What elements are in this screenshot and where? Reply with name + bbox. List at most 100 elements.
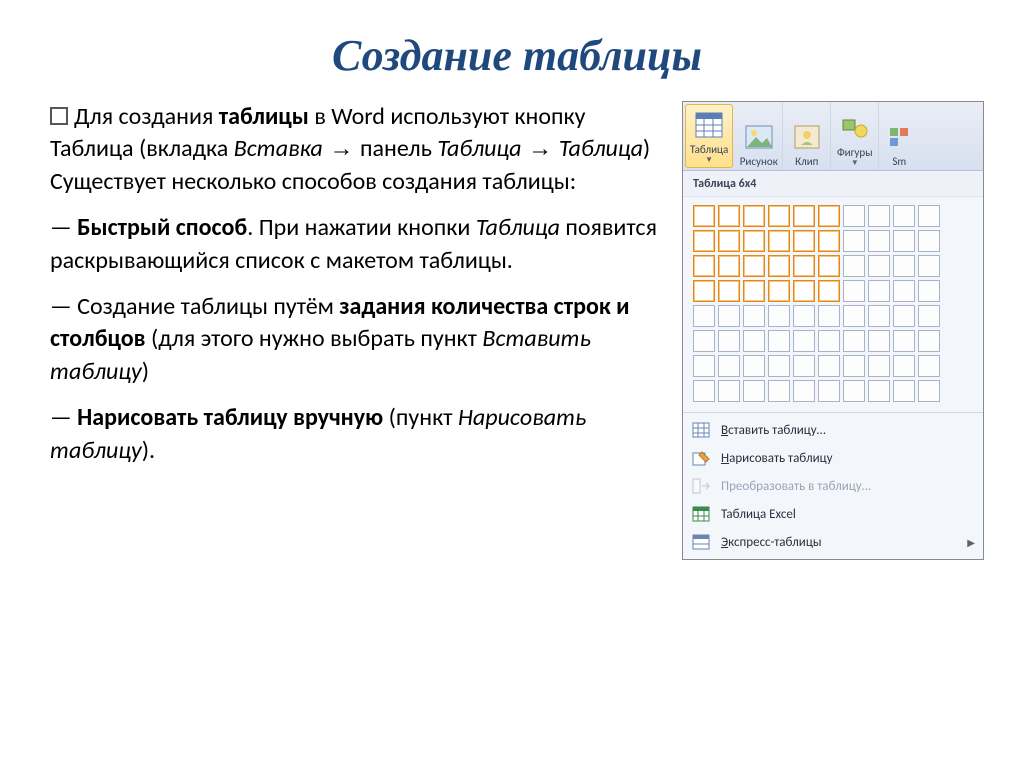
menu-excel-table[interactable]: Таблица Excel — [683, 500, 983, 528]
excel-icon — [691, 505, 711, 523]
grid-cell[interactable] — [743, 380, 765, 402]
grid-cell[interactable] — [768, 380, 790, 402]
grid-cell[interactable] — [868, 330, 890, 352]
grid-cell[interactable] — [768, 355, 790, 377]
grid-cell[interactable] — [893, 305, 915, 327]
grid-cell[interactable] — [693, 380, 715, 402]
chevron-right-icon: ▶ — [967, 536, 975, 549]
grid-cell[interactable] — [868, 230, 890, 252]
grid-cell[interactable] — [768, 205, 790, 227]
grid-cell[interactable] — [768, 255, 790, 277]
grid-cell[interactable] — [843, 355, 865, 377]
grid-cell[interactable] — [818, 330, 840, 352]
grid-cell[interactable] — [743, 355, 765, 377]
grid-cell[interactable] — [843, 330, 865, 352]
grid-cell[interactable] — [818, 255, 840, 277]
ribbon-smartart-button[interactable]: Sm — [879, 102, 919, 170]
grid-cell[interactable] — [693, 330, 715, 352]
dropdown-header: Таблица 6x4 — [683, 171, 983, 197]
grid-cell[interactable] — [918, 380, 940, 402]
grid-cell[interactable] — [843, 205, 865, 227]
grid-cell[interactable] — [768, 305, 790, 327]
grid-cell[interactable] — [718, 380, 740, 402]
grid-cell[interactable] — [793, 205, 815, 227]
menu-express-tables[interactable]: Экспресс-таблицы ▶ — [683, 528, 983, 556]
grid-cell[interactable] — [718, 205, 740, 227]
grid-cell[interactable] — [718, 330, 740, 352]
cell-grid[interactable] — [693, 205, 973, 402]
grid-cell[interactable] — [793, 230, 815, 252]
ribbon-shapes-button[interactable]: Фигуры ▼ — [831, 102, 879, 170]
grid-cell[interactable] — [893, 280, 915, 302]
menu-insert-table[interactable]: Вставить таблицу... — [683, 416, 983, 444]
grid-cell[interactable] — [693, 280, 715, 302]
grid-cell[interactable] — [893, 355, 915, 377]
grid-cell[interactable] — [918, 330, 940, 352]
grid-cell[interactable] — [768, 330, 790, 352]
grid-cell[interactable] — [743, 230, 765, 252]
grid-cell[interactable] — [693, 205, 715, 227]
grid-cell[interactable] — [818, 205, 840, 227]
grid-cell[interactable] — [843, 280, 865, 302]
grid-cell[interactable] — [718, 305, 740, 327]
grid-cell[interactable] — [893, 380, 915, 402]
grid-cell[interactable] — [843, 255, 865, 277]
grid-cell[interactable] — [818, 380, 840, 402]
grid-cell[interactable] — [868, 255, 890, 277]
grid-cell[interactable] — [893, 255, 915, 277]
word-panel: Таблица ▼ Рисунок Клип — [682, 101, 984, 560]
grid-cell[interactable] — [793, 305, 815, 327]
grid-cell[interactable] — [743, 280, 765, 302]
grid-cell[interactable] — [868, 380, 890, 402]
grid-cell[interactable] — [918, 205, 940, 227]
grid-cell[interactable] — [768, 230, 790, 252]
chevron-down-icon: ▼ — [705, 155, 713, 165]
grid-cell[interactable] — [818, 305, 840, 327]
grid-cell[interactable] — [743, 305, 765, 327]
grid-cell[interactable] — [918, 355, 940, 377]
grid-cell[interactable] — [693, 255, 715, 277]
ribbon-table-button[interactable]: Таблица ▼ — [685, 104, 733, 168]
grid-cell[interactable] — [893, 330, 915, 352]
grid-cell[interactable] — [718, 355, 740, 377]
grid-cell[interactable] — [868, 205, 890, 227]
grid-cell[interactable] — [868, 280, 890, 302]
grid-cell[interactable] — [693, 355, 715, 377]
grid-cell[interactable] — [868, 355, 890, 377]
grid-cell[interactable] — [793, 355, 815, 377]
grid-cell[interactable] — [818, 355, 840, 377]
grid-cell[interactable] — [818, 280, 840, 302]
grid-cell[interactable] — [718, 230, 740, 252]
grid-cell[interactable] — [793, 330, 815, 352]
grid-cell[interactable] — [843, 380, 865, 402]
menu-draw-table[interactable]: Нарисовать таблицу — [683, 444, 983, 472]
ribbon-picture-button[interactable]: Рисунок — [735, 102, 783, 170]
grid-cell[interactable] — [918, 255, 940, 277]
grid-cell[interactable] — [918, 305, 940, 327]
grid-cell[interactable] — [843, 230, 865, 252]
grid-cell[interactable] — [893, 230, 915, 252]
slide-title: Создание таблицы — [50, 30, 984, 81]
grid-cell[interactable] — [768, 280, 790, 302]
ribbon-clip-button[interactable]: Клип — [783, 102, 831, 170]
grid-cell[interactable] — [893, 205, 915, 227]
grid-cell[interactable] — [693, 305, 715, 327]
grid-cell[interactable] — [793, 280, 815, 302]
grid-cell[interactable] — [918, 230, 940, 252]
grid-cell[interactable] — [743, 205, 765, 227]
grid-cell[interactable] — [793, 255, 815, 277]
grid-cell[interactable] — [743, 255, 765, 277]
grid-cell[interactable] — [818, 230, 840, 252]
grid-cell[interactable] — [718, 255, 740, 277]
grid-cell[interactable] — [793, 380, 815, 402]
grid-cell[interactable] — [918, 280, 940, 302]
grid-cell[interactable] — [843, 305, 865, 327]
paragraph-4: — Нарисовать таблицу вручную (пункт Нари… — [50, 402, 664, 467]
grid-cell[interactable] — [718, 280, 740, 302]
bullet-square-icon — [50, 107, 68, 125]
grid-cell[interactable] — [693, 230, 715, 252]
table-size-grid[interactable] — [683, 197, 983, 412]
insert-table-icon — [691, 421, 711, 439]
grid-cell[interactable] — [868, 305, 890, 327]
grid-cell[interactable] — [743, 330, 765, 352]
